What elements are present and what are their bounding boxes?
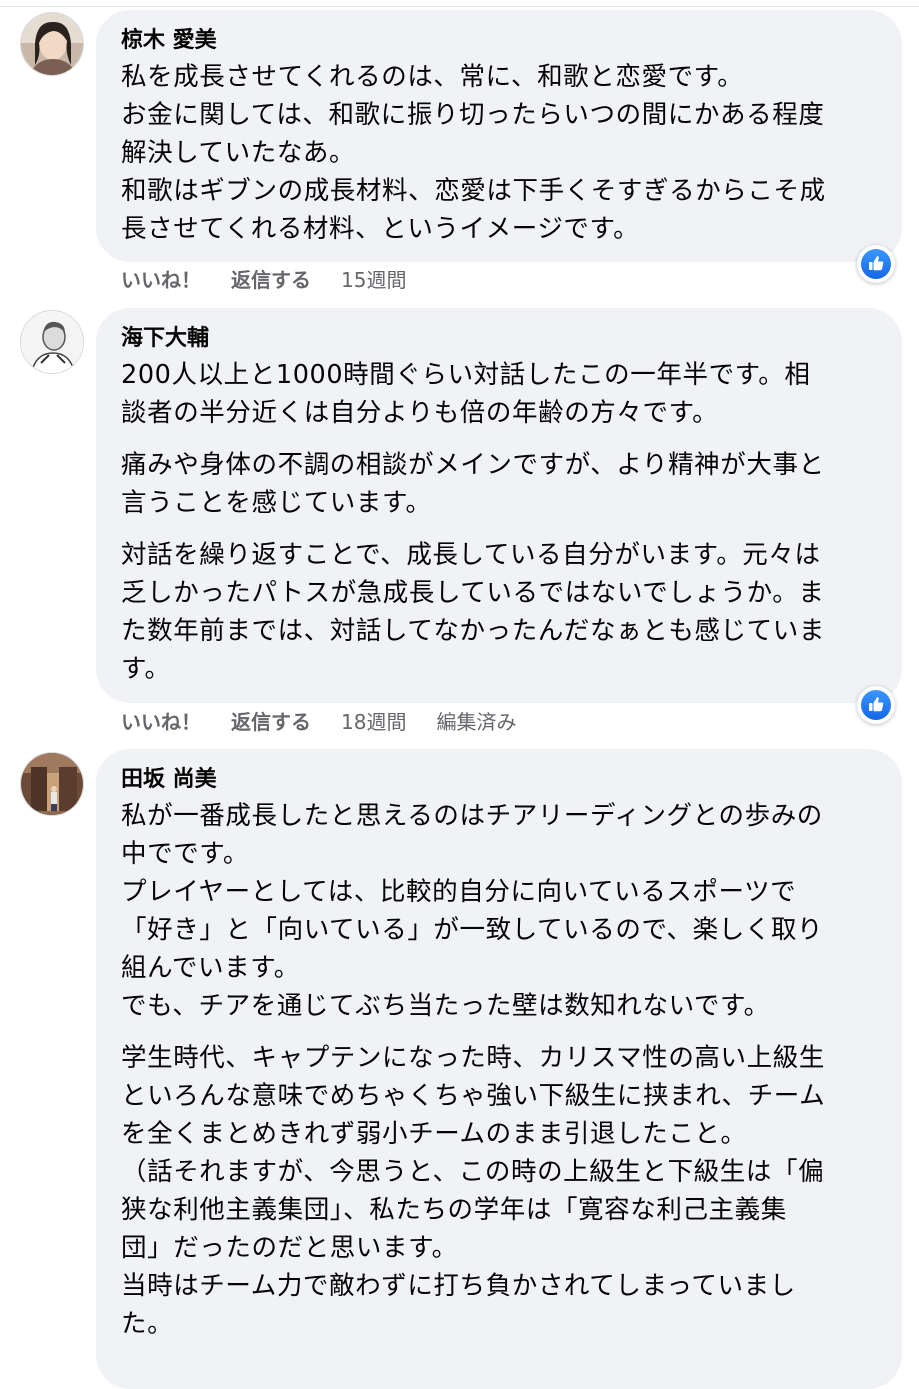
comment-text: 私が一番成長したと思えるのはチアリーディングとの歩みの 中でです。 プレイヤーと… — [121, 797, 872, 1025]
timestamp[interactable]: 18週間 — [341, 708, 406, 736]
comment-line: といろんな意味でめちゃくちゃ強い下級生に挟まれ、チーム — [121, 1081, 826, 1111]
comment-actions: いいね！ 返信する 15週間 — [121, 266, 436, 294]
comment-actions: いいね！ 返信する 18週間 編集済み — [121, 708, 546, 736]
comment-line: 和歌はギブンの成長材料、恋愛は下手くそすぎるからこそ成 — [121, 176, 826, 206]
avatar[interactable] — [20, 752, 84, 816]
comment-line: 私を成長させてくれるのは、常に、和歌と恋愛です。 — [121, 62, 744, 92]
comment-author[interactable]: 海下大輔 — [121, 322, 872, 356]
comment-line: 200人以上と1000時間ぐらい対話したこの一年半です。相 — [121, 360, 811, 390]
comment-line: た数年前までは、対話してなかったんだなぁとも感じていま — [121, 616, 825, 646]
reaction-badge[interactable] — [857, 686, 895, 724]
comment-line: 学生時代、キャプテンになった時、カリスマ性の高い上級生 — [121, 1043, 825, 1073]
avatar[interactable] — [20, 12, 84, 76]
comment-author[interactable]: 椋木 愛美 — [121, 24, 872, 58]
reaction-badge[interactable] — [857, 245, 895, 283]
like-thumb-icon — [869, 256, 884, 271]
comment-line: 言うことを感じています。 — [121, 488, 432, 518]
like-button[interactable]: いいね！ — [121, 708, 201, 736]
comment-bubble: 田坂 尚美 私が一番成長したと思えるのはチアリーディングとの歩みの 中でです。 … — [96, 749, 902, 1389]
comment-line: を全くまとめきれず弱小チームのまま引退したこと。 — [121, 1119, 747, 1149]
comment-line: プレイヤーとしては、比較的自分に向いているスポーツで — [121, 877, 797, 907]
comment-line: 私が一番成長したと思えるのはチアリーディングとの歩みの — [121, 801, 823, 831]
comment-bubble: 椋木 愛美 私を成長させてくれるのは、常に、和歌と恋愛です。 お金に関しては、和… — [96, 10, 902, 262]
comment-line: 対話を繰り返すことで、成長している自分がいます。元々は — [121, 540, 821, 570]
comment-line: す。 — [121, 654, 171, 684]
comment-line: 痛みや身体の不調の相談がメインですが、より精神が大事と — [121, 450, 825, 480]
comment-text: 200人以上と1000時間ぐらい対話したこの一年半です。相 談者の半分近くは自分… — [121, 356, 872, 432]
like-button[interactable]: いいね！ — [121, 266, 201, 294]
comment-line: （話それますが、今思うと、この時の上級生と下級生は「偏 — [121, 1157, 825, 1187]
reply-button[interactable]: 返信する — [231, 266, 311, 294]
like-thumb-icon — [869, 697, 884, 712]
comment-line: 団」だったのだと思います。 — [121, 1233, 458, 1263]
comment-line: 「好き」と「向いている」が一致しているので、楽しく取り — [121, 915, 824, 945]
comment-text: 私を成長させてくれるのは、常に、和歌と恋愛です。 お金に関しては、和歌に振り切っ… — [121, 58, 872, 248]
timestamp[interactable]: 15週間 — [341, 266, 406, 294]
comment-text: 対話を繰り返すことで、成長している自分がいます。元々は 乏しかったパトスが急成長… — [121, 536, 872, 688]
comment-line: 乏しかったパトスが急成長しているではないでしょうか。ま — [121, 578, 825, 608]
comment-line: 解決していたなあ。 — [121, 138, 356, 168]
comment-line: 組んでいます。 — [121, 953, 300, 983]
avatar[interactable] — [20, 310, 84, 374]
comment-line: でも、チアを通じてぶち当たった壁は数知れないです。 — [121, 991, 770, 1021]
comment-line: た。 — [121, 1309, 174, 1339]
edited-label[interactable]: 編集済み — [436, 708, 516, 736]
comment-author[interactable]: 田坂 尚美 — [121, 763, 872, 797]
comment-bubble: 海下大輔 200人以上と1000時間ぐらい対話したこの一年半です。相 談者の半分… — [96, 308, 902, 703]
comment-text: 学生時代、キャプテンになった時、カリスマ性の高い上級生 といろんな意味でめちゃく… — [121, 1039, 872, 1343]
top-divider — [0, 0, 919, 7]
comment-line: 談者の半分近くは自分よりも倍の年齢の方々です。 — [121, 398, 719, 428]
comment-line: 狭な利他主義集団」、私たちの学年は「寛容な利己主義集 — [121, 1195, 787, 1225]
comment-text: 痛みや身体の不調の相談がメインですが、より精神が大事と 言うことを感じています。 — [121, 446, 872, 522]
reply-button[interactable]: 返信する — [231, 708, 311, 736]
comment-line: お金に関しては、和歌に振り切ったらいつの間にかある程度 — [121, 100, 825, 130]
comment-line: 長させてくれる材料、というイメージです。 — [121, 214, 640, 244]
comment-line: 中でです。 — [121, 839, 249, 869]
comment-line: 当時はチーム力で敵わずに打ち負かされてしまっていまし — [121, 1271, 796, 1301]
